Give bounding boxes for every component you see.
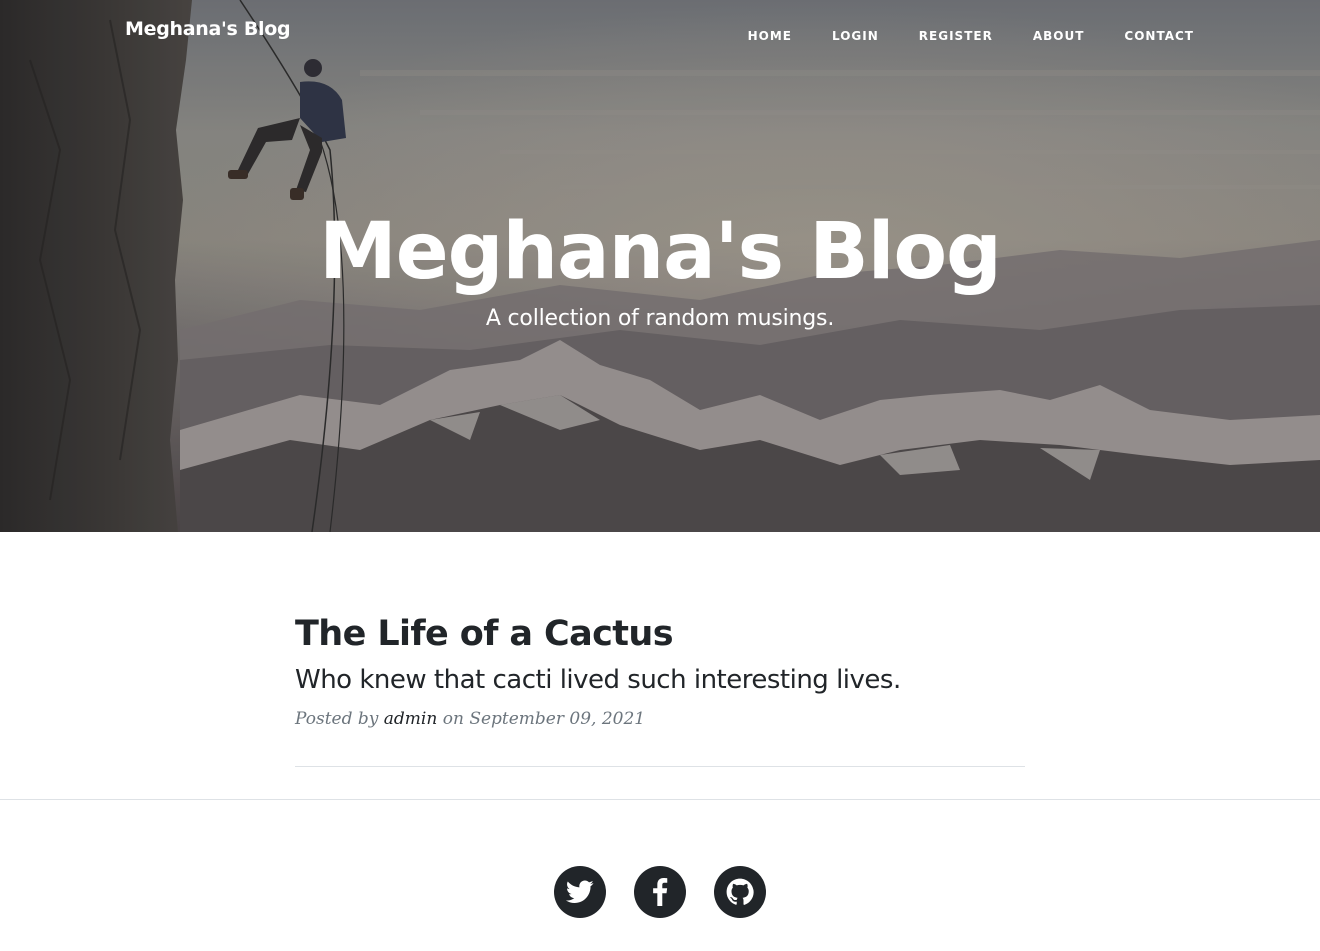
nav-item-register: Register [919,25,993,44]
post-meta-prefix: Posted by [295,709,379,729]
nav-item-login: Login [832,25,879,44]
nav-item-contact: Contact [1124,25,1194,44]
site-heading: Meghana's Blog A collection of random mu… [0,200,1320,334]
post-date: September 09, 2021 [469,709,646,729]
nav-link-contact[interactable]: Contact [1124,29,1194,43]
post-preview: The Life of a Cactus Who knew that cacti… [295,610,1025,732]
nav-link-home[interactable]: Home [748,29,792,43]
nav-link-about[interactable]: About [1033,29,1085,43]
facebook-icon [653,878,668,906]
post-list: The Life of a Cactus Who knew that cacti… [0,532,1320,800]
post-link[interactable]: The Life of a Cactus Who knew that cacti… [295,610,1025,700]
post-meta-on: on [442,709,464,729]
nav-item-about: About [1033,25,1085,44]
twitter-icon [566,880,594,903]
post-meta: Posted by admin on September 09, 2021 [295,706,1025,732]
main-navbar: Meghana's Blog Home Login Register About… [0,0,1320,66]
facebook-link[interactable] [634,866,686,918]
post-divider [295,766,1025,767]
nav-item-home: Home [748,25,792,44]
post-author-link[interactable]: admin [384,709,438,729]
twitter-link[interactable] [554,866,606,918]
navbar-brand[interactable]: Meghana's Blog [125,18,291,40]
post-subtitle[interactable]: Who knew that cacti lived such interesti… [295,660,1025,700]
nav-links: Home Login Register About Contact [748,25,1194,44]
site-title: Meghana's Blog [319,207,1002,297]
footer [0,800,1320,951]
site-subtitle: A collection of random musings. [485,306,835,331]
github-link[interactable] [714,866,766,918]
nav-link-login[interactable]: Login [832,29,879,43]
github-icon [726,878,754,905]
masthead: Meghana's Blog Home Login Register About… [0,0,1320,532]
post-title[interactable]: The Life of a Cactus [295,610,1025,658]
social-links [554,866,766,918]
nav-link-register[interactable]: Register [919,29,993,43]
